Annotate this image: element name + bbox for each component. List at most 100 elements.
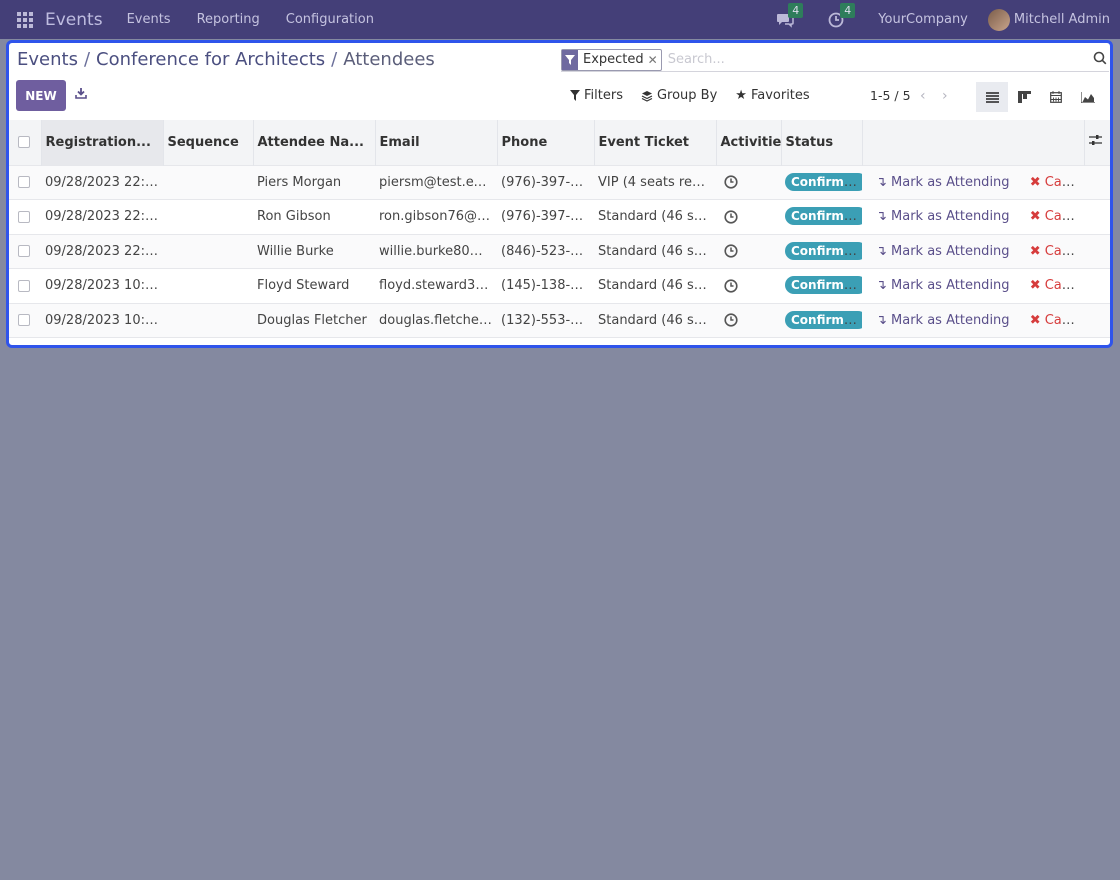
calendar-icon [1050, 91, 1062, 103]
search-icon[interactable] [1093, 51, 1107, 69]
filters-label: Filters [584, 88, 623, 103]
layers-icon [641, 90, 653, 102]
user-name: Mitchell Admin [1013, 12, 1110, 27]
cancel-button[interactable]: ✖ Cancel [1030, 244, 1084, 259]
status-badge: Confirmed [785, 276, 862, 295]
column-header-actions [862, 120, 1085, 165]
activity-clock-icon[interactable] [724, 175, 738, 189]
favorites-button[interactable]: ★ Favorites [735, 88, 809, 103]
activity-clock-icon[interactable] [724, 244, 738, 258]
search-panel-toggles: Filters Group By ★ Favorites [570, 88, 810, 103]
activities-button[interactable]: 4 [828, 2, 856, 28]
activity-clock-icon[interactable] [724, 210, 738, 224]
cancel-button[interactable]: ✖ Cancel [1030, 278, 1084, 293]
table-row[interactable]: 09/28/2023 10:0... Floyd Steward floyd.s… [9, 268, 1110, 304]
status-badge: Confirmed [785, 207, 862, 226]
row-checkbox[interactable] [18, 176, 30, 189]
row-checkbox[interactable] [18, 279, 30, 292]
cell-registration-date: 09/28/2023 22:0... [45, 209, 163, 225]
mark-attending-button[interactable]: ↴ Mark as Attending [876, 313, 1010, 328]
breadcrumb-events[interactable]: Events [17, 49, 78, 70]
cell-sequence [163, 165, 253, 200]
search-facet-expected[interactable]: Expected ✕ [561, 48, 662, 71]
column-header-email[interactable]: Email [375, 120, 498, 165]
column-header-attendee-name[interactable]: Attendee Na... [253, 120, 376, 165]
list-view-panel: Events / Conference for Architects / Attende… [6, 40, 1113, 348]
cell-registration-date: 09/28/2023 22:0... [45, 174, 163, 190]
cell-phone: (132)-553-7242 [501, 312, 594, 328]
attendees-table: Registration... Sequence Attendee Na... … [9, 120, 1110, 338]
select-all-cell [9, 120, 42, 165]
mark-attending-label: Mark as Attending [891, 209, 1010, 225]
cell-email: willie.burke80@... [379, 243, 496, 259]
table-row[interactable]: 09/28/2023 22:0... Willie Burke willie.b… [9, 234, 1110, 269]
main-menu: Events Reporting Configuration [127, 12, 374, 27]
groupby-button[interactable]: Group By [641, 88, 717, 103]
pager-value[interactable]: 1-5 / 5 [870, 88, 911, 103]
status-badge: Confirmed [785, 310, 862, 329]
column-header-event-ticket[interactable]: Event Ticket [594, 120, 717, 165]
column-header-activities[interactable]: Activities [716, 120, 782, 165]
breadcrumb-conference[interactable]: Conference for Architects [96, 49, 325, 70]
menu-item-events[interactable]: Events [127, 12, 171, 27]
search-bar: Expected ✕ [561, 48, 1109, 72]
status-badge: Confirmed [785, 172, 862, 191]
mark-attending-button[interactable]: ↴ Mark as Attending [876, 175, 1010, 190]
activities-count-badge: 4 [840, 2, 856, 18]
cell-attendee-name: Piers Morgan [257, 174, 342, 190]
select-all-checkbox[interactable] [18, 136, 30, 149]
table-row[interactable]: 09/28/2023 22:0... Ron Gibson ron.gibson… [9, 199, 1110, 235]
star-icon: ★ [735, 88, 747, 103]
activity-clock-icon[interactable] [724, 313, 738, 327]
column-header-sequence[interactable]: Sequence [163, 120, 254, 165]
menu-item-reporting[interactable]: Reporting [197, 12, 260, 27]
apps-menu-icon[interactable] [17, 11, 33, 28]
row-checkbox[interactable] [18, 210, 30, 223]
cell-attendee-name: Floyd Steward [257, 278, 350, 294]
list-view-button[interactable] [976, 82, 1008, 112]
filters-button[interactable]: Filters [570, 88, 623, 103]
graph-view-button[interactable] [1072, 82, 1104, 112]
cancel-label: Cancel [1044, 243, 1084, 259]
download-icon[interactable] [75, 87, 87, 103]
mark-attending-label: Mark as Attending [891, 243, 1010, 259]
cancel-button[interactable]: ✖ Cancel [1030, 175, 1084, 190]
chevron-left-icon[interactable]: ‹ [920, 88, 926, 104]
kanban-view-button[interactable] [1008, 82, 1040, 112]
table-row[interactable]: 09/28/2023 10:0... Douglas Fletcher doug… [9, 303, 1110, 338]
status-badge: Confirmed [785, 241, 862, 260]
menu-item-configuration[interactable]: Configuration [286, 12, 374, 27]
company-switcher[interactable]: YourCompany [878, 12, 968, 27]
column-header-registration[interactable]: Registration... [41, 120, 164, 165]
calendar-view-button[interactable] [1040, 82, 1072, 112]
cell-event-ticket: Standard (46 sea... [598, 209, 716, 225]
column-header-phone[interactable]: Phone [497, 120, 595, 165]
table-row[interactable]: 09/28/2023 22:0... Piers Morgan piersm@t… [9, 165, 1110, 200]
user-menu[interactable]: Mitchell Admin [987, 8, 1110, 31]
activity-clock-icon[interactable] [724, 279, 738, 293]
view-switcher [976, 82, 1104, 112]
cell-phone: (145)-138-3401 [501, 278, 594, 294]
mark-attending-button[interactable]: ↴ Mark as Attending [876, 209, 1010, 224]
cancel-button[interactable]: ✖ Cancel [1030, 209, 1084, 224]
app-brand[interactable]: Events [45, 10, 103, 30]
search-input[interactable] [667, 52, 1088, 67]
new-button[interactable]: NEW [16, 80, 66, 111]
cancel-label: Cancel [1044, 174, 1084, 190]
cell-phone: (976)-397-4091 [501, 209, 594, 225]
mark-attending-button[interactable]: ↴ Mark as Attending [876, 278, 1010, 293]
cancel-button[interactable]: ✖ Cancel [1030, 313, 1084, 328]
kanban-icon [1017, 91, 1031, 103]
cell-registration-date: 09/28/2023 10:0... [45, 312, 163, 328]
optional-columns-toggle[interactable] [1084, 120, 1110, 165]
mark-attending-label: Mark as Attending [891, 312, 1010, 328]
cell-registration-date: 09/28/2023 22:0... [45, 243, 163, 259]
row-checkbox[interactable] [18, 314, 30, 327]
row-checkbox[interactable] [18, 245, 30, 258]
messages-button[interactable]: 4 [776, 2, 804, 28]
messages-count-badge: 4 [788, 2, 804, 18]
column-header-status[interactable]: Status [781, 120, 863, 165]
facet-remove-icon[interactable]: ✕ [648, 53, 661, 67]
chevron-right-icon[interactable]: › [942, 88, 948, 104]
mark-attending-button[interactable]: ↴ Mark as Attending [876, 244, 1010, 259]
